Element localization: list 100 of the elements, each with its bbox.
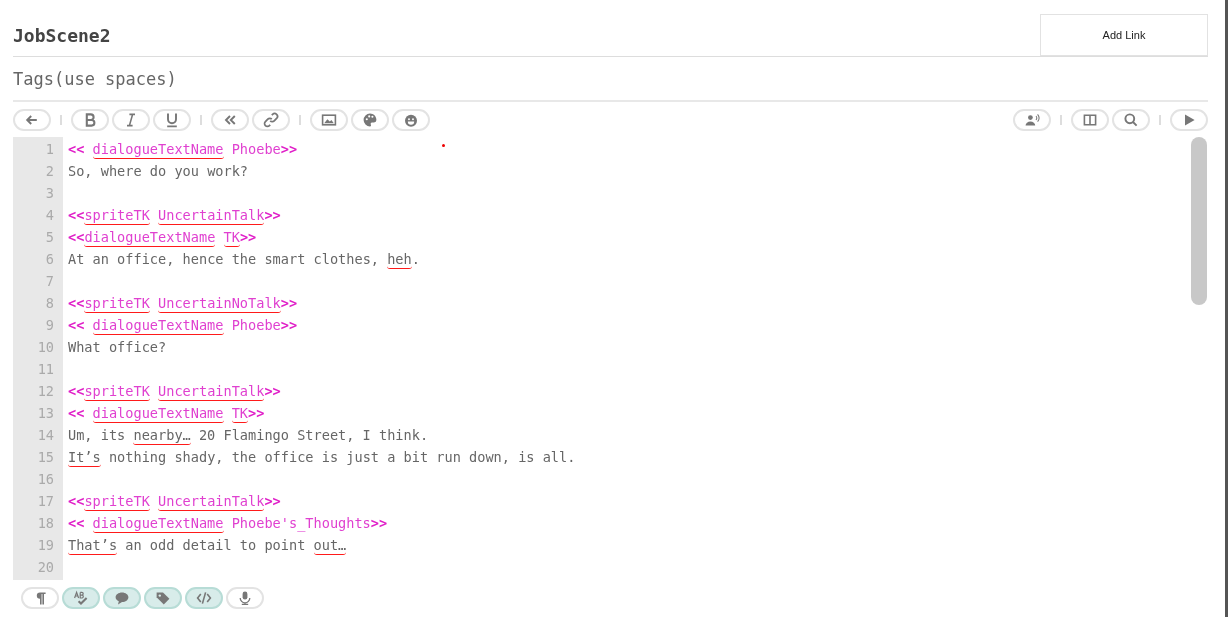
macro-text: TK — [222, 229, 240, 245]
pilcrow-toggle[interactable] — [21, 587, 59, 609]
scrollbar-thumb[interactable] — [1191, 137, 1207, 305]
double-chevron-button[interactable] — [211, 109, 249, 131]
marker-dot — [442, 144, 445, 147]
link-icon — [263, 112, 279, 128]
macro-text: Phoebe's_Thoughts — [230, 515, 371, 531]
macro-bracket: << — [68, 383, 85, 401]
macro-bracket: << — [68, 515, 85, 533]
line-number: 14 — [36, 426, 55, 445]
macro-bracket: >> — [264, 383, 281, 401]
line-number: 19 — [36, 536, 55, 555]
macro-bracket: << — [68, 317, 85, 335]
tag-icon — [155, 590, 171, 606]
macro-bracket: >> — [239, 229, 257, 247]
macro-bracket: >> — [280, 141, 298, 159]
emoji-icon — [403, 112, 419, 128]
dialogue-text: nothing shady, the office is just a bit run down, is all. — [107, 449, 576, 465]
macro-text: Phoebe — [230, 141, 281, 157]
underline-icon — [164, 112, 180, 128]
underline-button[interactable] — [153, 109, 191, 131]
macro-bracket: << — [68, 405, 85, 423]
image-button[interactable] — [310, 109, 348, 131]
line-number: 4 — [44, 206, 55, 225]
microphone-toggle[interactable] — [226, 587, 264, 609]
bold-button[interactable] — [71, 109, 109, 131]
italic-button[interactable] — [112, 109, 150, 131]
link-button[interactable] — [252, 109, 290, 131]
macro-text: dialogueTextName — [91, 405, 224, 421]
macro-text: spriteTK — [84, 493, 150, 511]
dialogue-text: out… — [312, 537, 347, 553]
macro-bracket: >> — [248, 405, 265, 423]
code-toggle[interactable] — [185, 587, 223, 609]
macro-text: dialogueTextName — [91, 317, 224, 333]
line-number: 17 — [36, 492, 55, 511]
macro-bracket: >> — [264, 493, 281, 511]
macro-text: spriteTK — [84, 207, 150, 225]
speaker-icon — [1024, 112, 1040, 128]
tag-toggle[interactable] — [144, 587, 182, 609]
line-number: 20 — [36, 558, 55, 577]
macro-bracket: >> — [280, 317, 298, 335]
macro-text: spriteTK — [84, 383, 150, 401]
line-number: 12 — [36, 382, 55, 401]
macro-bracket: >> — [370, 515, 388, 531]
play-button[interactable] — [1170, 109, 1208, 131]
macro-text: Phoebe — [230, 317, 281, 333]
emoji-button[interactable] — [392, 109, 430, 131]
line-number: 7 — [44, 272, 55, 291]
line-number: 8 — [44, 294, 55, 313]
add-link-button[interactable]: Add Link — [1040, 14, 1208, 56]
macro-text: dialogueTextName — [91, 515, 224, 531]
speaker-button[interactable] — [1013, 109, 1051, 131]
macro-text: UncertainTalk — [157, 493, 265, 509]
macro-text: spriteTK — [84, 295, 150, 313]
speech-bubble-toggle[interactable] — [103, 587, 141, 609]
dialogue-text: an odd detail to point — [124, 537, 306, 553]
line-number: 3 — [44, 184, 55, 203]
macro-text: dialogueTextName — [91, 141, 224, 157]
dialogue-text: nearby… — [132, 427, 191, 443]
columns-icon — [1082, 112, 1098, 128]
image-icon — [321, 112, 337, 128]
palette-icon — [362, 112, 378, 128]
columns-button[interactable] — [1071, 109, 1109, 131]
macro-bracket: << — [68, 295, 85, 313]
line-number: 11 — [36, 360, 55, 379]
macro-bracket: << — [68, 229, 85, 247]
dialogue-text: That’s — [68, 537, 118, 555]
search-button[interactable] — [1112, 109, 1150, 131]
macro-text: UncertainNoTalk — [157, 295, 281, 311]
back-arrow-icon — [24, 112, 40, 128]
macro-text: UncertainTalk — [157, 383, 265, 399]
line-number: 5 — [44, 228, 55, 247]
dialogue-text: Um, its — [68, 427, 126, 445]
spellcheck-icon — [73, 590, 89, 606]
macro-text: dialogueTextName — [84, 229, 216, 247]
speech-bubble-icon — [114, 590, 130, 606]
dialogue-text: At an office, hence the smart clothes, — [68, 251, 379, 269]
dialogue-text: It’s — [68, 449, 101, 467]
line-number: 2 — [44, 162, 55, 181]
line-number: 18 — [36, 514, 55, 533]
spellcheck-toggle[interactable] — [62, 587, 100, 609]
line-number: 9 — [44, 316, 55, 335]
dialogue-text: What office? — [68, 339, 167, 357]
dialogue-text: 20 Flamingo Street, I think. — [197, 427, 429, 443]
back-arrow-button[interactable] — [13, 109, 51, 131]
macro-text: TK — [230, 405, 249, 421]
line-number: 15 — [36, 448, 55, 467]
line-number: 13 — [36, 404, 55, 423]
dialogue-text: heh — [386, 251, 412, 267]
macro-bracket: << — [68, 141, 85, 159]
macro-bracket: >> — [264, 207, 281, 225]
dialogue-text: . — [411, 251, 420, 269]
macro-bracket: << — [68, 207, 85, 225]
line-number: 6 — [44, 250, 55, 269]
line-number: 10 — [36, 338, 55, 357]
macro-bracket: >> — [280, 295, 298, 313]
macro-text: UncertainTalk — [157, 207, 265, 223]
palette-button[interactable] — [351, 109, 389, 131]
dialogue-text: So, where do you work? — [68, 163, 249, 181]
line-number: 1 — [44, 140, 55, 159]
